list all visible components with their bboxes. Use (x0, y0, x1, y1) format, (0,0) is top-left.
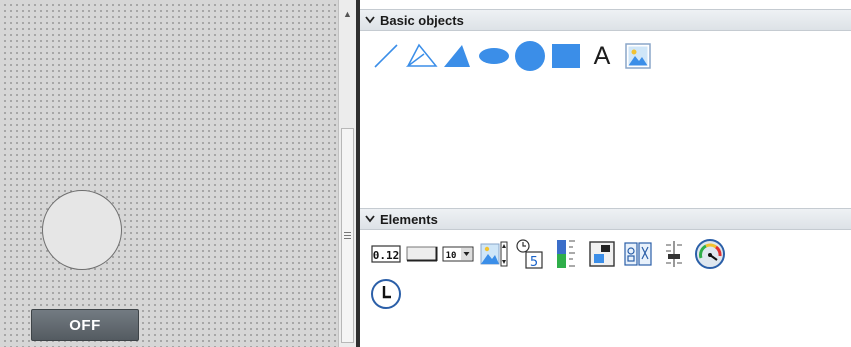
symbol-library-icon[interactable] (620, 236, 656, 272)
ellipse-icon[interactable] (476, 38, 512, 74)
polyline-icon[interactable] (404, 38, 440, 74)
vertical-scrollbar[interactable]: ▲ (339, 0, 356, 347)
line-icon[interactable] (368, 38, 404, 74)
screen-canvas[interactable]: OFF (0, 0, 339, 347)
button-icon[interactable] (404, 236, 440, 272)
graphic-view-icon[interactable] (620, 38, 656, 74)
bar-icon[interactable] (548, 236, 584, 272)
scroll-up-arrow-icon[interactable]: ▲ (339, 6, 356, 22)
gauge-icon[interactable] (692, 236, 728, 272)
basic-objects-header[interactable]: Basic objects (360, 9, 851, 31)
polygon-icon[interactable] (440, 38, 476, 74)
circle-icon[interactable] (512, 38, 548, 74)
clock-icon[interactable] (368, 276, 404, 312)
scrollbar-thumb[interactable] (341, 128, 354, 343)
date-time-field-icon[interactable]: 5 (512, 236, 548, 272)
elements-title: Elements (380, 211, 438, 227)
grip-icon (344, 232, 351, 239)
svg-text:5: 5 (530, 255, 538, 270)
elements-toolbar-row-2 (368, 276, 404, 312)
chevron-down-icon[interactable] (360, 16, 380, 24)
text-field-icon[interactable]: A (584, 38, 620, 74)
switch-icon[interactable] (584, 236, 620, 272)
io-field-icon[interactable]: 0.12 (368, 236, 404, 272)
slider-icon[interactable] (656, 236, 692, 272)
chevron-down-icon[interactable] (360, 215, 380, 223)
off-button-label: OFF (69, 316, 101, 334)
rectangle-icon[interactable] (548, 38, 584, 74)
svg-text:10: 10 (446, 251, 457, 261)
basic-objects-toolbar: A (368, 38, 656, 74)
toolbox-panel: Basic objects A Elements 0.12 10 5 (360, 0, 851, 347)
basic-objects-title: Basic objects (380, 12, 464, 28)
graphic-io-field-icon[interactable] (476, 236, 512, 272)
circle-object[interactable] (42, 190, 122, 270)
elements-header[interactable]: Elements (360, 208, 851, 230)
elements-toolbar-row-1: 0.12 10 5 (368, 236, 728, 272)
svg-text:0.12: 0.12 (373, 249, 400, 262)
off-button[interactable]: OFF (31, 309, 139, 341)
symbolic-io-field-icon[interactable]: 10 (440, 236, 476, 272)
